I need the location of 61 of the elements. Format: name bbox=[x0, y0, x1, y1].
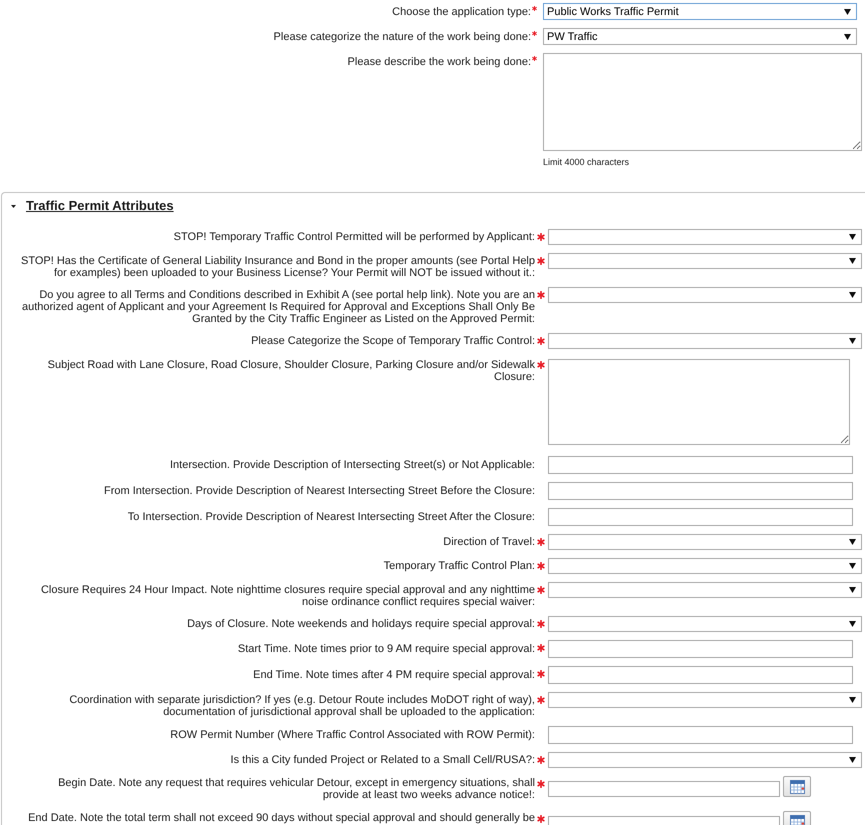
text-field[interactable] bbox=[548, 666, 853, 684]
caret-icon bbox=[849, 234, 856, 240]
field-label: Do you agree to all Terms and Conditions described in Exhibit A (see portal help link). Note you are an authorized agent of Applicant and your Agreement Is Required for Approval and Exceptions Shall Only Be Granted by the City Traffic Engineer as Listed on the Approved Permit: bbox=[20, 288, 536, 325]
dropdown[interactable] bbox=[548, 616, 862, 632]
caret-icon bbox=[849, 338, 856, 344]
field-label: Is this a City funded Project or Related to a Small Cell/RUSA?: bbox=[230, 753, 536, 766]
dropdown[interactable] bbox=[548, 558, 862, 574]
field-label: STOP! Has the Certificate of General Liability Insurance and Bond in the proper amounts (see Portal Help for examples) been uploaded to your Business License? Your Permit will NOT be issued without it.: bbox=[20, 254, 536, 279]
dropdown[interactable] bbox=[548, 253, 862, 269]
field-label: Direction of Travel: bbox=[442, 535, 536, 548]
caret-icon bbox=[849, 621, 856, 627]
field-label: From Intersection. Provide Description of Nearest Intersecting Street Before the Closure: bbox=[102, 484, 536, 497]
textarea-field[interactable] bbox=[548, 359, 850, 445]
calendar-icon bbox=[790, 780, 804, 794]
section-title-link[interactable]: Traffic Permit Attributes bbox=[26, 199, 174, 213]
field-label: Begin Date. Note any request that requires vehicular Detour, except in emergency situations, shall provide at least two weeks advance notice!: bbox=[57, 776, 536, 801]
caret-icon[interactable] bbox=[11, 204, 16, 208]
field-label: Start Time. Note times prior to 9 AM require special approval: bbox=[236, 642, 536, 655]
dropdown[interactable] bbox=[548, 229, 862, 245]
dropdown[interactable] bbox=[548, 692, 862, 708]
caret-icon bbox=[849, 563, 856, 569]
hint-text: Limit 4000 characters bbox=[543, 157, 630, 168]
dropdown[interactable] bbox=[548, 534, 862, 550]
dropdown[interactable] bbox=[548, 287, 862, 303]
dropdown[interactable]: Public Works Traffic Permit bbox=[543, 3, 857, 20]
dropdown[interactable] bbox=[548, 752, 862, 768]
field-label: End Time. Note times after 4 PM require special approval: bbox=[252, 668, 536, 681]
text-field[interactable] bbox=[548, 456, 853, 474]
field-label: Coordination with separate jurisdiction? If yes (e.g. Detour Route includes MoDOT right of way), documentation of jurisdictional approval shall be uploaded to the application: bbox=[68, 693, 536, 718]
field-label: Days of Closure. Note weekends and holidays require special approval: bbox=[186, 617, 536, 630]
dropdown[interactable] bbox=[548, 333, 862, 349]
caret-icon bbox=[844, 8, 851, 14]
text-field[interactable] bbox=[548, 640, 853, 658]
field-label: Please categorize the nature of the work being done: bbox=[272, 30, 531, 43]
caret-icon bbox=[849, 258, 856, 264]
caret-icon bbox=[849, 587, 856, 593]
text-field[interactable] bbox=[548, 508, 853, 526]
caret-icon bbox=[849, 292, 856, 298]
dropdown[interactable]: PW Traffic bbox=[543, 28, 857, 45]
field-label: ROW Permit Number (Where Traffic Control Associated with ROW Permit): bbox=[169, 728, 536, 741]
field-label: Intersection. Provide Description of Intersecting Street(s) or Not Applicable: bbox=[168, 458, 536, 471]
field-label: Please describe the work being done: bbox=[346, 55, 531, 68]
calendar-button[interactable] bbox=[783, 776, 811, 797]
date-field[interactable] bbox=[548, 781, 780, 797]
textarea-field[interactable] bbox=[543, 53, 862, 151]
caret-icon bbox=[849, 697, 856, 703]
field-label: Closure Requires 24 Hour Impact. Note nighttime closures require special approval and any nighttime noise ordinance conflict requires special waiver: bbox=[40, 583, 536, 608]
calendar-icon bbox=[790, 814, 804, 825]
dropdown[interactable] bbox=[548, 582, 862, 598]
text-field[interactable] bbox=[548, 482, 853, 500]
field-label: End Date. Note the total term shall not exceed 90 days without special approval and should generally be bbox=[27, 811, 536, 824]
text-field[interactable] bbox=[548, 726, 853, 744]
field-label: Subject Road with Lane Closure, Road Closure, Shoulder Closure, Parking Closure and/or Sidewalk Closure: bbox=[46, 358, 536, 383]
caret-icon bbox=[849, 539, 856, 545]
field-label: STOP! Temporary Traffic Control Permitted will be performed by Applicant: bbox=[172, 230, 536, 243]
field-label: Choose the application type: bbox=[391, 5, 531, 18]
field-label: Temporary Traffic Control Plan: bbox=[382, 559, 536, 572]
field-label: Please Categorize the Scope of Temporary Traffic Control: bbox=[250, 334, 536, 347]
caret-icon bbox=[849, 757, 856, 763]
caret-icon bbox=[844, 34, 851, 40]
field-label: To Intersection. Provide Description of Nearest Intersecting Street After the Closure: bbox=[126, 510, 536, 523]
